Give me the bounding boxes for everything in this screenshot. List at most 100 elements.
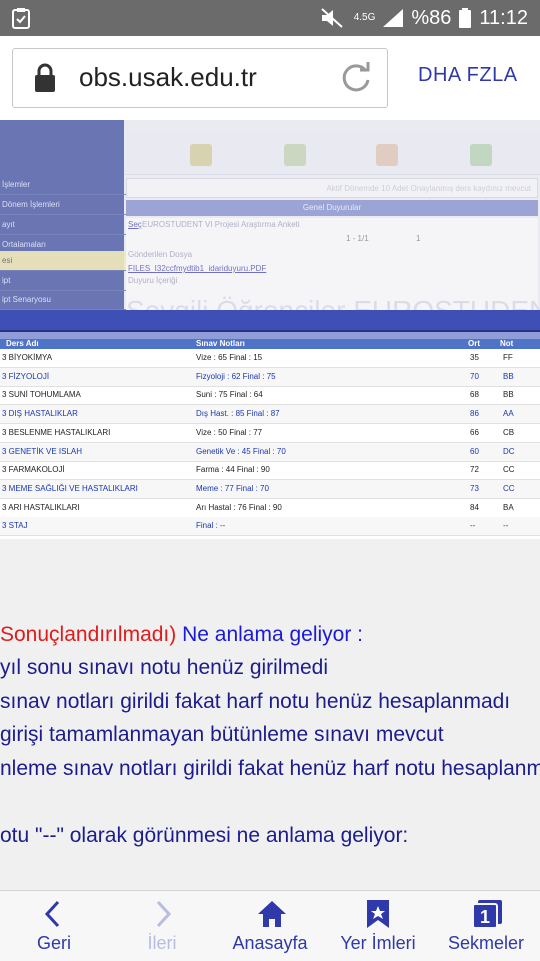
letter-grade: BB xyxy=(503,371,514,381)
bookmark-icon xyxy=(367,900,389,928)
letter-grade: CC xyxy=(503,483,515,493)
grades-table: Ders Adı Sınav Notları Ort Not 3 BİYOKİM… xyxy=(0,339,540,539)
browser-toolbar: obs.usak.edu.tr DHA FZLA xyxy=(0,36,540,120)
course-name: 3 FARMAKOLOJİ xyxy=(2,465,65,475)
battery-icon xyxy=(459,8,472,28)
table-row: 3 FARMAKOLOJİ Farma : 44 Final : 90 72 CC xyxy=(0,461,540,481)
letter-grade: CC xyxy=(503,465,515,475)
exam-scores: Vize : 50 Final : 77 xyxy=(196,427,263,437)
letter-grade: FF xyxy=(503,353,513,362)
course-name: 3 BESLENME HASTALIKLARI xyxy=(2,427,111,437)
reload-icon[interactable] xyxy=(339,61,373,95)
table-row: 3 SUNİ TOHUMLAMA Suni : 75 Final : 64 68 BB xyxy=(0,386,540,406)
average-score: 73 xyxy=(470,483,479,493)
bookmarks-label: Yer İmleri xyxy=(340,933,416,953)
course-name: 3 MEME SAĞLIĞI VE HASTALIKLARI xyxy=(2,483,138,493)
table-row: 3 STAJ Final : -- -- -- xyxy=(0,517,540,537)
explanation-line: nleme sınav notları girildi fakat henüz … xyxy=(0,757,540,780)
average-score: 72 xyxy=(470,465,479,475)
home-button[interactable]: Anasayfa xyxy=(216,891,324,961)
web-page: İşlemler Dönem İşlemleri ayıt Ortalamala… xyxy=(0,120,540,890)
column-exam: Sınav Notları xyxy=(196,339,245,348)
column-course: Ders Adı xyxy=(6,339,39,348)
table-row: 3 BESLENME HASTALIKLARI Vize : 50 Final :… xyxy=(0,424,540,443)
forward-button[interactable]: İleri xyxy=(108,891,216,961)
browser-menu-button[interactable]: DHA FZLA xyxy=(418,64,518,87)
table-row: 3 DIŞ HASTALIKLAR Dış Hast. : 85 Final : … xyxy=(0,405,540,425)
back-label: Geri xyxy=(36,933,71,953)
exam-scores: Final : -- xyxy=(196,521,226,531)
question-text: Ne anlama geliyor : xyxy=(176,623,364,646)
table-row: 3 GENETİK VE ISLAH Genetik Ve : 45 Final … xyxy=(0,442,540,462)
course-name: 3 FİZYOLOJİ xyxy=(2,371,50,381)
average-score: 86 xyxy=(470,409,479,419)
average-score: 70 xyxy=(470,371,479,381)
grade-explanation: Sonuçlandırılmadı) Ne anlama geliyor : y… xyxy=(0,565,540,865)
course-name: 3 BİYOKİMYA xyxy=(2,353,53,362)
signal-icon xyxy=(383,9,404,27)
status-bar: 4.5G %86 11:12 xyxy=(0,0,540,36)
back-icon xyxy=(44,900,60,928)
home-label: Anasayfa xyxy=(232,933,308,953)
column-grade: Not xyxy=(500,339,514,348)
course-name: 3 STAJ xyxy=(2,521,28,531)
average-score: -- xyxy=(470,521,476,531)
table-header: Ders Adı Sınav Notları Ort Not xyxy=(0,339,540,349)
tab-count: 1 xyxy=(480,907,490,927)
letter-grade: BB xyxy=(503,390,514,400)
mute-icon xyxy=(321,8,343,28)
letter-grade: AA xyxy=(503,409,514,419)
column-avg: Ort xyxy=(468,339,480,348)
forward-icon xyxy=(156,900,172,928)
exam-scores: Vize : 65 Final : 15 xyxy=(196,353,263,362)
explanation-line: Sonuçlandırılmadı) Ne anlama geliyor : xyxy=(0,623,363,647)
letter-grade: DC xyxy=(503,446,515,456)
course-name: 3 DIŞ HASTALIKLAR xyxy=(2,409,78,419)
letter-grade: BA xyxy=(503,502,514,512)
course-name: 3 ARI HASTALIKLARI xyxy=(2,502,80,512)
address-bar[interactable]: obs.usak.edu.tr xyxy=(12,48,388,108)
table-row: 3 FİZYOLOJİ Fizyoloji : 62 Final : 75 70 BB xyxy=(0,367,540,387)
lock-icon xyxy=(35,63,55,92)
bookmarks-button[interactable]: Yer İmleri xyxy=(324,891,432,961)
browser-bottom-nav: Geri İleri Anasayfa Yer İmleri 1 Sekmele… xyxy=(0,890,540,961)
url-text: obs.usak.edu.tr xyxy=(79,62,257,92)
clipboard-icon xyxy=(12,8,30,29)
average-score: 35 xyxy=(470,353,479,362)
explanation-line: yıl sonu sınavı notu henüz girilmedi xyxy=(0,656,329,679)
average-score: 84 xyxy=(470,502,479,512)
course-name: 3 SUNİ TOHUMLAMA xyxy=(2,390,81,400)
back-button[interactable]: Geri xyxy=(0,891,108,961)
tabs-icon: 1 xyxy=(472,900,502,929)
exam-scores: Dış Hast. : 85 Final : 87 xyxy=(196,409,280,419)
explanation-line: otu "--" olarak görünmesi ne anlama geli… xyxy=(0,824,409,847)
exam-scores: Farma : 44 Final : 90 xyxy=(196,465,270,475)
average-score: 66 xyxy=(470,427,479,437)
average-score: 68 xyxy=(470,390,479,400)
unresolved-label: Sonuçlandırılmadı) xyxy=(0,623,177,646)
status-right: 4.5G %86 11:12 xyxy=(320,0,528,36)
clock: 11:12 xyxy=(479,6,528,29)
divider-line xyxy=(0,332,540,339)
divider-band xyxy=(0,310,540,332)
explanation-line: girişi tamamlanmayan bütünleme sınavı me… xyxy=(0,723,444,746)
table-row: 3 ARI HASTALIKLARI Arı Hastal : 76 Final … xyxy=(0,499,540,518)
course-name: 3 GENETİK VE ISLAH xyxy=(2,446,83,456)
table-row: 3 BİYOKİMYA Vize : 65 Final : 15 35 FF xyxy=(0,349,540,368)
battery-percent: %86 xyxy=(411,6,452,29)
network-type: 4.5G xyxy=(353,12,376,23)
table-row: 3 MEME SAĞLIĞI VE HASTALIKLARI Meme : 77 … xyxy=(0,479,540,499)
explanation-line: sınav notları girildi fakat harf notu he… xyxy=(0,690,511,713)
average-score: 60 xyxy=(470,446,479,456)
home-icon xyxy=(258,901,286,927)
exam-scores: Arı Hastal : 76 Final : 90 xyxy=(196,502,282,512)
screenshot-overlay xyxy=(0,120,540,310)
forward-label: İleri xyxy=(147,933,177,953)
exam-scores: Meme : 77 Final : 70 xyxy=(196,483,269,493)
letter-grade: -- xyxy=(503,521,509,531)
exam-scores: Genetik Ve : 45 Final : 70 xyxy=(196,446,286,456)
tabs-button[interactable]: 1 Sekmeler xyxy=(432,891,540,961)
exam-scores: Fizyoloji : 62 Final : 75 xyxy=(196,371,276,381)
tabs-label: Sekmeler xyxy=(447,933,525,953)
exam-scores: Suni : 75 Final : 64 xyxy=(196,390,263,400)
